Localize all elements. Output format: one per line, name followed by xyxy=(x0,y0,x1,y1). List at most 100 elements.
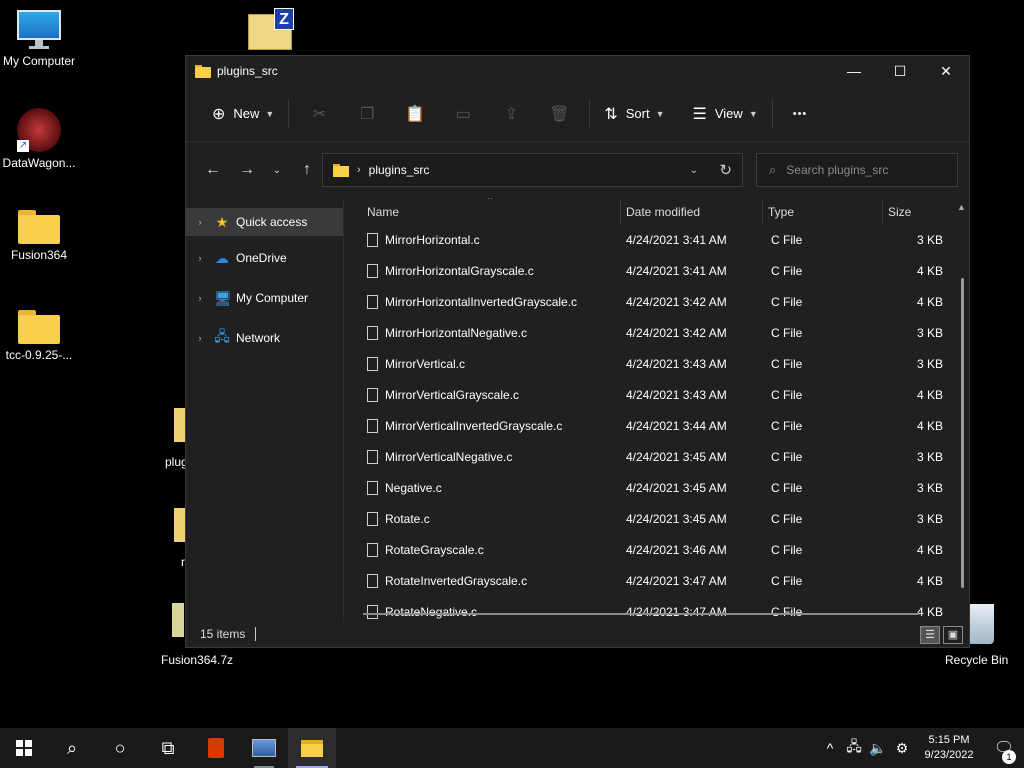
file-name: MirrorHorizontalNegative.c xyxy=(385,325,528,340)
desktop-icon-my-computer[interactable]: My Computer xyxy=(0,10,78,68)
paste-icon[interactable]: 📋 xyxy=(391,104,439,124)
clock[interactable]: 5:15 PM 9/23/2022 xyxy=(914,733,984,763)
file-type: C File xyxy=(771,511,803,526)
delete-icon[interactable]: 🗑 xyxy=(535,104,583,124)
expand-chevron-icon[interactable]: › xyxy=(186,217,214,227)
file-name-cell: MirrorHorizontalNegative.c xyxy=(345,325,621,340)
new-button[interactable]: ⊕ New ▼ xyxy=(204,98,282,130)
start-button[interactable] xyxy=(0,728,48,768)
table-row[interactable]: RotateNegative.c 4/24/2021 3:47 AM C File 4… xyxy=(345,596,955,623)
file-name: MirrorVerticalInvertedGrayscale.c xyxy=(385,418,563,433)
taskbar-monitor-app[interactable] xyxy=(240,728,288,768)
breadcrumb-chevron-icon[interactable]: › xyxy=(357,164,361,176)
volume-icon[interactable]: 🔈 xyxy=(866,740,890,757)
details-view-icon[interactable]: ☰ xyxy=(920,626,940,644)
table-row[interactable]: MirrorVertical.c 4/24/2021 3:43 AM C File 3… xyxy=(345,348,955,379)
horizontal-scrollbar[interactable] xyxy=(363,613,919,615)
network-status-icon[interactable]: 🖧 xyxy=(842,736,866,760)
table-row[interactable]: RotateInvertedGrayscale.c 4/24/2021 3:47 … xyxy=(345,565,955,596)
taskbar-office[interactable] xyxy=(192,728,240,768)
expand-chevron-icon[interactable]: › xyxy=(186,253,214,263)
file-size: 4 KB xyxy=(916,542,943,557)
minimize-button[interactable]: — xyxy=(831,56,877,86)
file-type: C File xyxy=(771,325,803,340)
rename-icon[interactable]: ▭ xyxy=(439,104,487,124)
view-label: View xyxy=(714,106,743,121)
folder-icon xyxy=(195,64,211,78)
expand-chevron-icon[interactable]: › xyxy=(186,293,214,303)
search-icon[interactable]: ⌕ xyxy=(48,728,96,768)
back-arrow-icon[interactable]: ← xyxy=(196,161,230,179)
file-size: 4 KB xyxy=(916,573,943,588)
refresh-icon[interactable]: ↻ xyxy=(719,161,732,179)
monitor-app-icon xyxy=(252,739,276,757)
desktop-icon-datawagon[interactable]: ↗ DataWagon... xyxy=(0,108,78,170)
up-arrow-icon[interactable]: ↑ xyxy=(290,161,324,179)
sidebar-item-my-computer[interactable]: › 🖥 My Computer xyxy=(186,278,343,318)
file-size: 3 KB xyxy=(916,356,943,371)
scroll-up-icon[interactable]: ▲ xyxy=(957,202,966,212)
desktop-icon-recycle-bin[interactable]: Recycle Bin xyxy=(945,653,1008,667)
file-icon xyxy=(367,480,378,495)
settings-gear-icon[interactable]: ⚙ xyxy=(890,740,914,757)
table-row[interactable]: MirrorHorizontalInvertedGrayscale.c 4/24/… xyxy=(345,286,955,317)
file-date: 4/24/2021 3:43 AM xyxy=(626,356,727,371)
chevron-down-icon: ▼ xyxy=(748,108,758,119)
vertical-scrollbar[interactable]: ▲ xyxy=(957,202,966,602)
desktop-icon-fusion364[interactable]: Fusion364 xyxy=(0,210,78,262)
table-row[interactable]: MirrorHorizontalGrayscale.c 4/24/2021 3:4… xyxy=(345,255,955,286)
file-date: 4/24/2021 3:44 AM xyxy=(626,418,727,433)
share-icon[interactable]: ⇪ xyxy=(487,104,535,124)
column-header-type[interactable]: Type xyxy=(763,200,883,224)
file-type: C File xyxy=(771,604,803,619)
cortana-icon[interactable]: ○ xyxy=(96,728,144,768)
table-row[interactable]: Rotate.c 4/24/2021 3:45 AM C File 3 KB xyxy=(345,503,955,534)
desktop-icon-tcc[interactable]: tcc-0.9.25-... xyxy=(0,310,78,362)
file-type: C File xyxy=(771,542,803,557)
file-type: C File xyxy=(771,418,803,433)
sidebar-item-network[interactable]: › 🖧 Network xyxy=(186,318,343,358)
file-size: 3 KB xyxy=(916,480,943,495)
view-button[interactable]: ☰ View ▼ xyxy=(685,98,766,130)
close-button[interactable]: ✕ xyxy=(923,56,969,86)
scrollbar-thumb[interactable] xyxy=(961,278,964,588)
table-row[interactable]: MirrorHorizontal.c 4/24/2021 3:41 AM C Fil… xyxy=(345,224,955,255)
sidebar-item-onedrive[interactable]: › ☁ OneDrive xyxy=(186,238,343,278)
table-row[interactable]: RotateGrayscale.c 4/24/2021 3:46 AM C File… xyxy=(345,534,955,565)
notification-center-icon[interactable]: 🗨 1 xyxy=(984,738,1024,764)
cut-icon[interactable]: ✂ xyxy=(295,104,343,124)
address-dropdown-icon[interactable]: ⌄ xyxy=(690,165,698,176)
table-row[interactable]: MirrorVerticalInvertedGrayscale.c 4/24/20… xyxy=(345,410,955,441)
show-hidden-icons-chevron-icon[interactable]: ^ xyxy=(818,740,842,756)
file-name: RotateGrayscale.c xyxy=(385,542,484,557)
table-row[interactable]: MirrorVerticalGrayscale.c 4/24/2021 3:43 … xyxy=(345,379,955,410)
file-date: 4/24/2021 3:46 AM xyxy=(626,542,727,557)
sidebar-item-quick-access[interactable]: › ★ Quick access xyxy=(186,208,343,236)
task-view-icon[interactable]: ⧉ xyxy=(144,728,192,768)
title-bar[interactable]: plugins_src — ☐ ✕ xyxy=(186,56,969,86)
search-box[interactable]: ⌕ xyxy=(756,153,958,187)
expand-chevron-icon[interactable]: › xyxy=(186,333,214,343)
column-header-date-modified[interactable]: Date modified xyxy=(621,200,763,224)
search-input[interactable] xyxy=(786,163,937,177)
breadcrumb-path[interactable]: plugins_src xyxy=(369,163,430,177)
table-row[interactable]: Negative.c 4/24/2021 3:45 AM C File 3 KB xyxy=(345,472,955,503)
table-row[interactable]: MirrorHorizontalNegative.c 4/24/2021 3:42… xyxy=(345,317,955,348)
sort-button[interactable]: ⇅ Sort ▼ xyxy=(596,98,672,130)
taskbar-file-explorer[interactable] xyxy=(288,728,336,768)
large-icons-view-icon[interactable]: ▣ xyxy=(943,626,963,644)
more-options-button[interactable]: ••• xyxy=(785,98,816,130)
column-header-name[interactable]: Name xyxy=(345,200,621,224)
forward-arrow-icon[interactable]: → xyxy=(230,161,264,179)
archive-icon[interactable] xyxy=(172,603,184,637)
copy-icon[interactable]: ❐ xyxy=(343,104,391,124)
desktop-icon-zip-archive[interactable]: Z xyxy=(248,8,296,50)
column-header-size[interactable]: Size xyxy=(883,200,955,224)
table-row[interactable]: MirrorVerticalNegative.c 4/24/2021 3:45 A… xyxy=(345,441,955,472)
address-bar[interactable]: › plugins_src ⌄ ↻ xyxy=(322,153,743,187)
maximize-button[interactable]: ☐ xyxy=(877,56,923,86)
desktop-icon-fusion364-7z[interactable]: Fusion364.7z xyxy=(161,653,233,667)
file-icon xyxy=(367,604,378,619)
windows-logo-icon xyxy=(16,740,32,756)
recent-locations-chevron-icon[interactable]: ⌄ xyxy=(264,165,290,176)
